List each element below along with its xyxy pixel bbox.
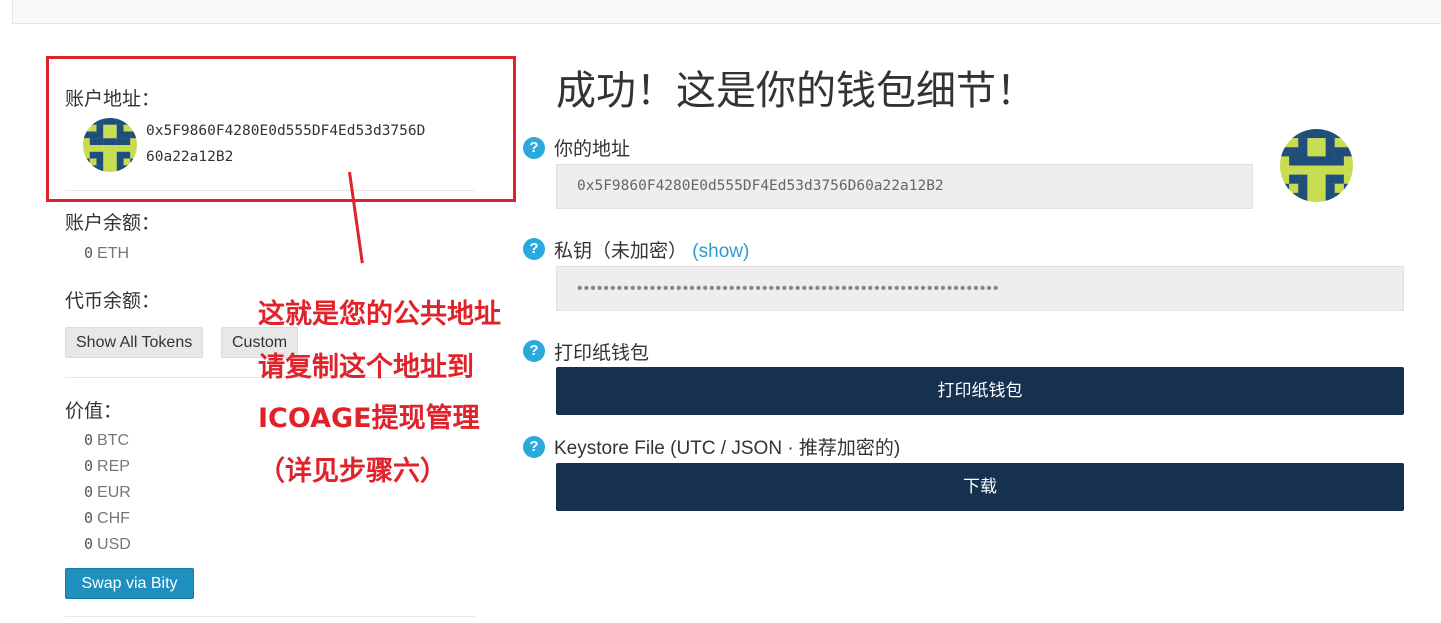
page-title: 成功！这是你的钱包细节！ bbox=[556, 69, 1036, 113]
top-header-bar bbox=[12, 0, 1441, 24]
divider bbox=[65, 616, 475, 617]
account-balance-label: 账户余额： bbox=[65, 213, 161, 234]
annotation-text-line-4: （详见步骤六） bbox=[258, 456, 447, 487]
print-paper-wallet-button[interactable]: 打印纸钱包 bbox=[556, 367, 1404, 415]
show-private-key-link[interactable]: (show) bbox=[692, 241, 749, 262]
question-circle-icon[interactable]: ? bbox=[523, 436, 545, 458]
token-balance-label: 代币余额： bbox=[65, 291, 161, 312]
annotation-highlight-box bbox=[46, 56, 516, 202]
value-row-eur: 0 EUR bbox=[84, 483, 131, 501]
your-address-field[interactable]: 0x5F9860F4280E0d555DF4Ed53d3756D60a22a12… bbox=[556, 164, 1253, 209]
private-key-field[interactable]: ••••••••••••••••••••••••••••••••••••••••… bbox=[556, 266, 1404, 311]
value-row-btc: 0 BTC bbox=[84, 431, 130, 449]
your-address-label: 你的地址 bbox=[554, 139, 631, 160]
annotation-text-line-3: ICOAGE提现管理 bbox=[258, 403, 480, 434]
identicon-avatar-large bbox=[1280, 129, 1353, 202]
question-circle-icon[interactable]: ? bbox=[523, 137, 545, 159]
annotation-text-line-1: 这就是您的公共地址 bbox=[258, 299, 501, 330]
show-all-tokens-button[interactable]: Show All Tokens bbox=[65, 327, 204, 358]
value-row-chf: 0 CHF bbox=[84, 509, 130, 527]
private-key-label-text: 私钥（未加密） bbox=[554, 241, 688, 262]
eth-balance: 0 ETH bbox=[84, 244, 130, 262]
value-row-usd: 0 USD bbox=[84, 535, 131, 553]
value-row-rep: 0 REP bbox=[84, 457, 130, 475]
print-paper-wallet-label: 打印纸钱包 bbox=[554, 343, 650, 364]
download-keystore-button[interactable]: 下载 bbox=[556, 463, 1404, 511]
private-key-masked-value: ••••••••••••••••••••••••••••••••••••••••… bbox=[577, 280, 1000, 297]
question-circle-icon[interactable]: ? bbox=[523, 238, 545, 260]
value-label: 价值： bbox=[65, 401, 123, 422]
swap-via-bity-button[interactable]: Swap via Bity bbox=[65, 568, 194, 599]
keystore-file-label: Keystore File (UTC / JSON · 推荐加密的) bbox=[554, 438, 901, 459]
question-circle-icon[interactable]: ? bbox=[523, 340, 545, 362]
annotation-text-line-2: 请复制这个地址到 bbox=[258, 352, 474, 383]
private-key-label: 私钥（未加密） (show) bbox=[554, 236, 749, 263]
